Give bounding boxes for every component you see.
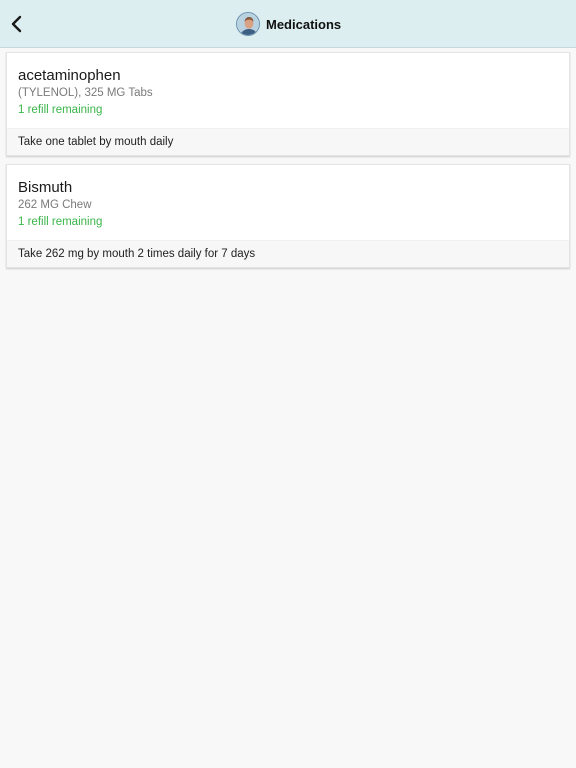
medication-summary: Bismuth 262 MG Chew 1 refill remaining [7, 165, 569, 240]
medication-detail: 262 MG Chew [18, 199, 92, 211]
medication-instructions: Take 262 mg by mouth 2 times daily for 7… [7, 240, 569, 267]
refill-status: 1 refill remaining [18, 104, 103, 116]
medication-summary: acetaminophen (TYLENOL), 325 MG Tabs 1 r… [7, 53, 569, 128]
medication-name: acetaminophen [18, 67, 121, 84]
medication-detail: (TYLENOL), 325 MG Tabs [18, 87, 153, 99]
medication-name: Bismuth [18, 179, 73, 196]
top-bar: Medications [0, 0, 576, 48]
chevron-left-icon [11, 15, 22, 33]
user-avatar-icon [237, 13, 259, 35]
page-title-group: Medications [236, 0, 341, 48]
page-title: Medications [266, 16, 342, 32]
medication-card[interactable]: acetaminophen (TYLENOL), 325 MG Tabs 1 r… [6, 52, 570, 156]
medication-instructions: Take one tablet by mouth daily [7, 128, 569, 155]
avatar[interactable] [236, 12, 260, 36]
refill-status: 1 refill remaining [18, 216, 103, 228]
back-button[interactable] [4, 10, 28, 38]
medication-card[interactable]: Bismuth 262 MG Chew 1 refill remaining T… [6, 164, 570, 268]
medication-list: acetaminophen (TYLENOL), 325 MG Tabs 1 r… [0, 48, 576, 268]
